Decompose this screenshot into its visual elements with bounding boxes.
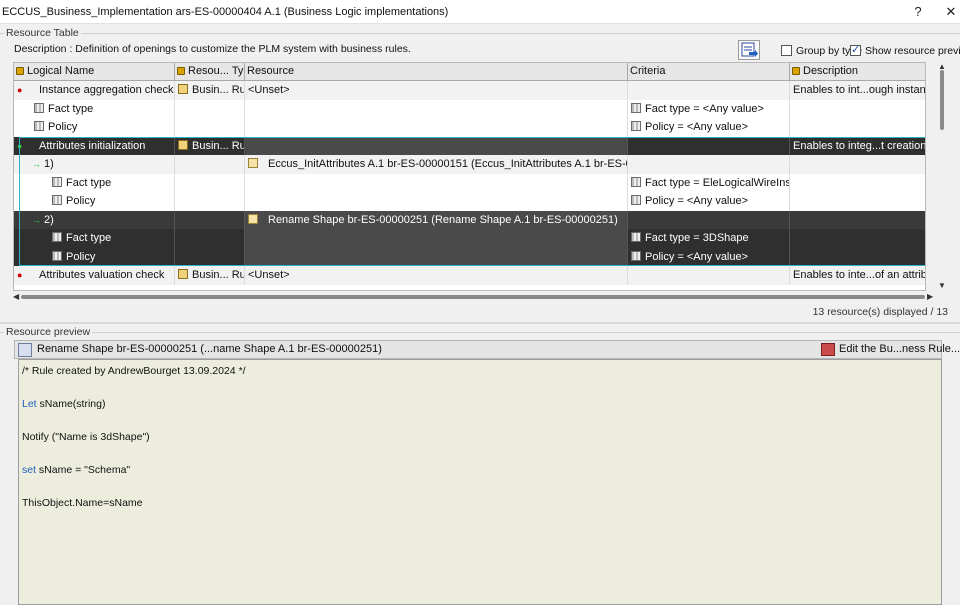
resource-table-label: Resource Table [4, 27, 81, 39]
edit-business-rule-button[interactable]: Edit the Bu...ness Rule... [821, 341, 960, 358]
resource-count: 13 resource(s) displayed / 13 [812, 306, 948, 318]
expand-icon[interactable]: → [32, 211, 44, 229]
criteria-icon [631, 102, 641, 113]
group-by-type-box[interactable] [781, 45, 792, 56]
table-row[interactable]: ●Instance aggregation check Busin... Rul… [14, 81, 925, 100]
horizontal-scroll-thumb[interactable] [21, 295, 925, 299]
table-description: Description : Definition of openings to … [14, 43, 411, 55]
column-criteria[interactable]: Criteria [628, 63, 790, 81]
lock-icon [792, 67, 800, 75]
resource-table-group-border [0, 33, 960, 34]
table-header: Logical Name Resou... Type Resource Crit… [14, 63, 925, 81]
criteria-icon [631, 195, 641, 205]
table-row-selected[interactable]: Policy Policy = <Any value> [14, 247, 925, 266]
title-bar: ECCUS_Business_Implementation ars-ES-000… [0, 0, 960, 24]
fact-icon [52, 195, 62, 205]
table-row-selected[interactable]: Fact type Fact type = 3DShape [14, 229, 925, 248]
preview-group-border [0, 332, 960, 333]
resource-icon [248, 158, 258, 168]
lock-icon [16, 67, 24, 75]
export-button[interactable] [738, 40, 760, 60]
splitter[interactable] [0, 322, 960, 324]
scroll-right-icon[interactable]: ▶ [927, 292, 933, 301]
expand-icon[interactable]: → [32, 155, 44, 173]
criteria-icon [631, 250, 641, 261]
resource-icon [248, 213, 258, 224]
column-resource-type[interactable]: Resou... Type [175, 63, 245, 81]
criteria-icon [631, 121, 641, 131]
fact-icon [34, 102, 44, 113]
code-line: set sName = "Schema" [22, 464, 131, 476]
show-preview-box[interactable] [850, 43, 861, 56]
preview-title: Rename Shape br-ES-00000251 (...name Sha… [37, 343, 382, 355]
show-preview-label: Show resource preview [865, 44, 960, 57]
collapse-icon[interactable]: ● [17, 266, 29, 284]
code-editor[interactable]: /* Rule created by AndrewBourget 13.09.2… [18, 359, 942, 605]
criteria-icon [631, 232, 641, 242]
fact-icon [52, 232, 62, 242]
preview-label: Resource preview [4, 326, 93, 338]
table-row[interactable]: Policy Policy = <Any value> [14, 118, 925, 137]
table-row[interactable]: Fact type Fact type = EleLogicalWireInst [14, 173, 925, 192]
table-row[interactable]: ●Attributes valuation check Busin... Rul… [14, 266, 925, 285]
code-line: ThisObject.Name=sName [22, 497, 143, 509]
fact-icon [52, 250, 62, 261]
fact-icon [34, 121, 44, 131]
table-row[interactable]: Fact type Fact type = <Any value> [14, 99, 925, 118]
business-rule-icon [178, 139, 188, 150]
show-preview-checkbox[interactable]: Show resource preview [850, 43, 960, 57]
fact-icon [52, 176, 62, 187]
edit-rule-icon [821, 343, 835, 356]
help-button[interactable]: ? [907, 2, 929, 22]
rule-document-icon [18, 343, 32, 357]
table-vertical-scrollbar[interactable]: ▲ ▼ [937, 62, 947, 291]
scroll-left-icon[interactable]: ◀ [13, 292, 19, 301]
window-title: ECCUS_Business_Implementation ars-ES-000… [2, 6, 449, 18]
lock-icon [177, 67, 185, 75]
table-row[interactable]: Policy Policy = <Any value> [14, 192, 925, 211]
code-line: Let sName(string) [22, 398, 106, 410]
table-row-selected[interactable]: ●Attributes initialization Busin... Rule… [14, 136, 925, 155]
column-logical-name[interactable]: Logical Name [14, 63, 175, 81]
preview-header: Rename Shape br-ES-00000251 (...name Sha… [14, 340, 960, 359]
collapse-icon[interactable]: ● [17, 81, 29, 99]
business-rule-icon [178, 84, 188, 94]
table-row[interactable]: → 1) Eccus_InitAttributes A.1 br-ES-00000… [14, 155, 925, 174]
close-button[interactable]: ✕ [940, 2, 960, 22]
table-row-selected[interactable]: → 2) Rename Shape br-ES-00000251 (Rename … [14, 210, 925, 229]
export-icon [741, 42, 758, 57]
column-resource[interactable]: Resource [245, 63, 628, 81]
resource-table: Logical Name Resou... Type Resource Crit… [13, 62, 926, 291]
table-horizontal-scrollbar[interactable]: ◀ ▶ [13, 292, 933, 302]
criteria-icon [631, 176, 641, 187]
code-line: /* Rule created by AndrewBourget 13.09.2… [22, 365, 246, 377]
column-description[interactable]: Description [790, 63, 925, 81]
scroll-down-icon[interactable]: ▼ [938, 281, 946, 290]
collapse-icon[interactable]: ● [17, 137, 29, 155]
vertical-scroll-thumb[interactable] [940, 70, 944, 130]
code-line: Notify ("Name is 3dShape") [22, 431, 150, 443]
business-rule-icon [178, 269, 188, 279]
